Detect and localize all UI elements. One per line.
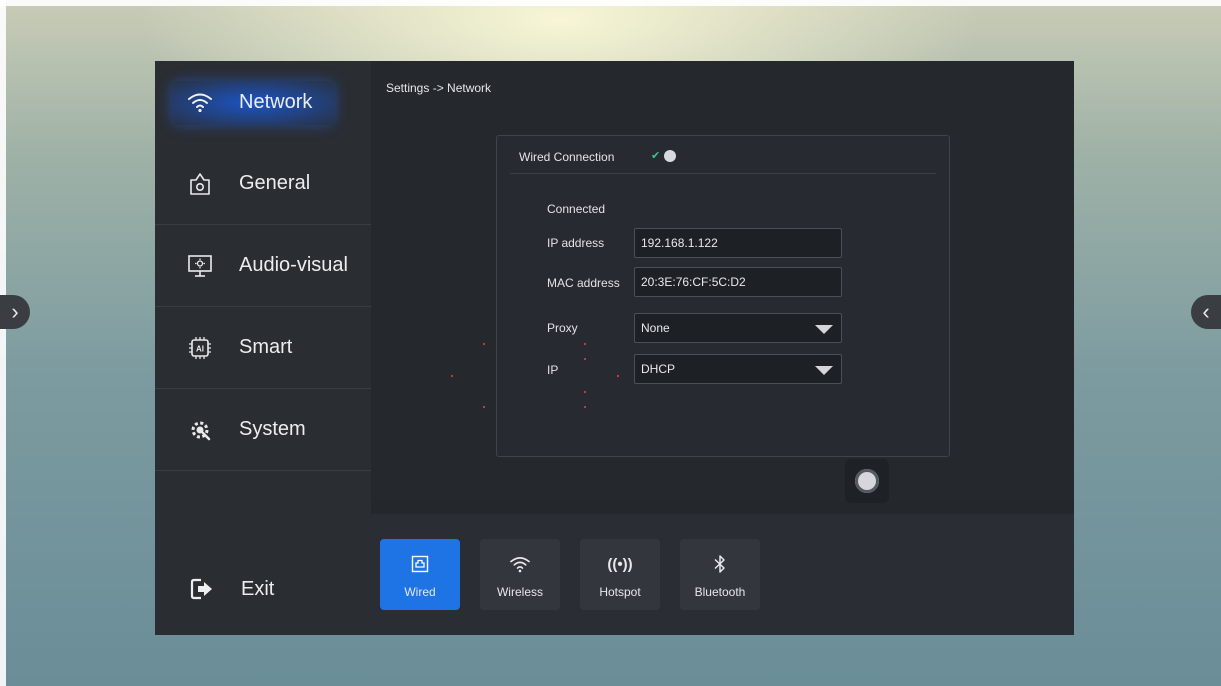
system-gear-icon (185, 415, 215, 445)
frame-edge-left (0, 0, 6, 686)
wifi-icon (185, 87, 215, 117)
ip-mode-label: IP (547, 363, 559, 377)
artifact-dot (584, 343, 586, 345)
tab-wired[interactable]: Wired (380, 539, 460, 610)
mac-address-label: MAC address (547, 276, 620, 290)
sidebar: Network General Audio-visual AI Smart Sy… (155, 61, 371, 635)
proxy-select[interactable]: None (634, 313, 842, 343)
wired-connection-toggle[interactable]: ✔ (646, 149, 680, 165)
ip-mode-select[interactable]: DHCP (634, 354, 842, 384)
expand-left-button[interactable]: › (0, 295, 30, 329)
chevron-right-icon: › (11, 299, 19, 324)
bluetooth-icon (713, 551, 727, 577)
wired-connection-title: Wired Connection (519, 150, 615, 164)
sidebar-item-label: Audio-visual (239, 254, 348, 276)
ip-address-label: IP address (547, 236, 605, 250)
svg-text:AI: AI (196, 344, 204, 353)
dropdown-arrow-icon (815, 325, 833, 334)
exit-button[interactable]: Exit (155, 561, 371, 617)
sidebar-item-label: General (239, 172, 311, 194)
sidebar-item-network[interactable]: Network (155, 61, 371, 143)
wired-connection-card: Wired Connection ✔ Connected IP address … (496, 135, 950, 457)
artifact-dot (584, 406, 586, 408)
artifact-dot (451, 375, 453, 377)
tab-bluetooth[interactable]: Bluetooth (680, 539, 760, 610)
tab-label: Bluetooth (694, 585, 746, 599)
main-content: Settings -> Network Wired Connection ✔ C… (371, 61, 1074, 503)
exit-label: Exit (241, 577, 275, 600)
artifact-dot (617, 375, 619, 377)
ip-address-value: 192.168.1.122 (641, 236, 718, 250)
ethernet-icon (411, 551, 429, 577)
ip-mode-value: DHCP (641, 362, 676, 376)
sidebar-item-system[interactable]: System (155, 389, 371, 471)
sidebar-item-smart[interactable]: AI Smart (155, 307, 371, 389)
sidebar-item-label: Smart (239, 336, 293, 358)
gear-icon (185, 169, 215, 199)
mac-address-field: 20:3E:76:CF:5C:D2 (634, 267, 842, 297)
sidebar-item-label: System (239, 418, 306, 440)
tab-label: Wired (404, 585, 436, 599)
tab-label: Wireless (496, 585, 543, 599)
mac-address-value: 20:3E:76:CF:5C:D2 (641, 275, 746, 289)
settings-panel: Network General Audio-visual AI Smart Sy… (155, 61, 1074, 635)
wifi-icon (509, 551, 531, 577)
assist-dot-icon (855, 469, 879, 493)
tab-label: Hotspot (599, 585, 641, 599)
hotspot-icon: ((•)) (607, 555, 633, 573)
chevron-left-icon: ‹ (1202, 299, 1210, 324)
tab-hotspot[interactable]: ((•)) Hotspot (580, 539, 660, 610)
connection-status: Connected (547, 202, 606, 216)
floating-assist-button[interactable] (845, 459, 889, 503)
dropdown-arrow-icon (815, 366, 833, 375)
ai-chip-icon: AI (185, 333, 215, 363)
breadcrumb: Settings -> Network (386, 81, 492, 95)
sidebar-item-audio-visual[interactable]: Audio-visual (155, 225, 371, 307)
card-header: Wired Connection ✔ (510, 149, 936, 174)
artifact-dot (483, 343, 485, 345)
toggle-knob (664, 150, 676, 162)
artifact-dot (483, 406, 485, 408)
tab-wireless[interactable]: Wireless (480, 539, 560, 610)
check-icon: ✔ (651, 150, 661, 162)
artifact-dot (584, 358, 586, 360)
expand-right-button[interactable]: ‹ (1191, 295, 1221, 329)
exit-icon (187, 574, 217, 604)
artifact-dot (584, 391, 586, 393)
ip-address-field: 192.168.1.122 (634, 228, 842, 258)
sidebar-item-general[interactable]: General (155, 143, 371, 225)
proxy-label: Proxy (547, 321, 578, 335)
sidebar-item-label: Network (239, 90, 313, 113)
proxy-value: None (641, 321, 670, 335)
monitor-icon (185, 251, 215, 281)
frame-edge-top (0, 0, 1221, 6)
network-tab-bar: Wired Wireless ((•)) Hotspot Bluetooth (371, 514, 1074, 635)
